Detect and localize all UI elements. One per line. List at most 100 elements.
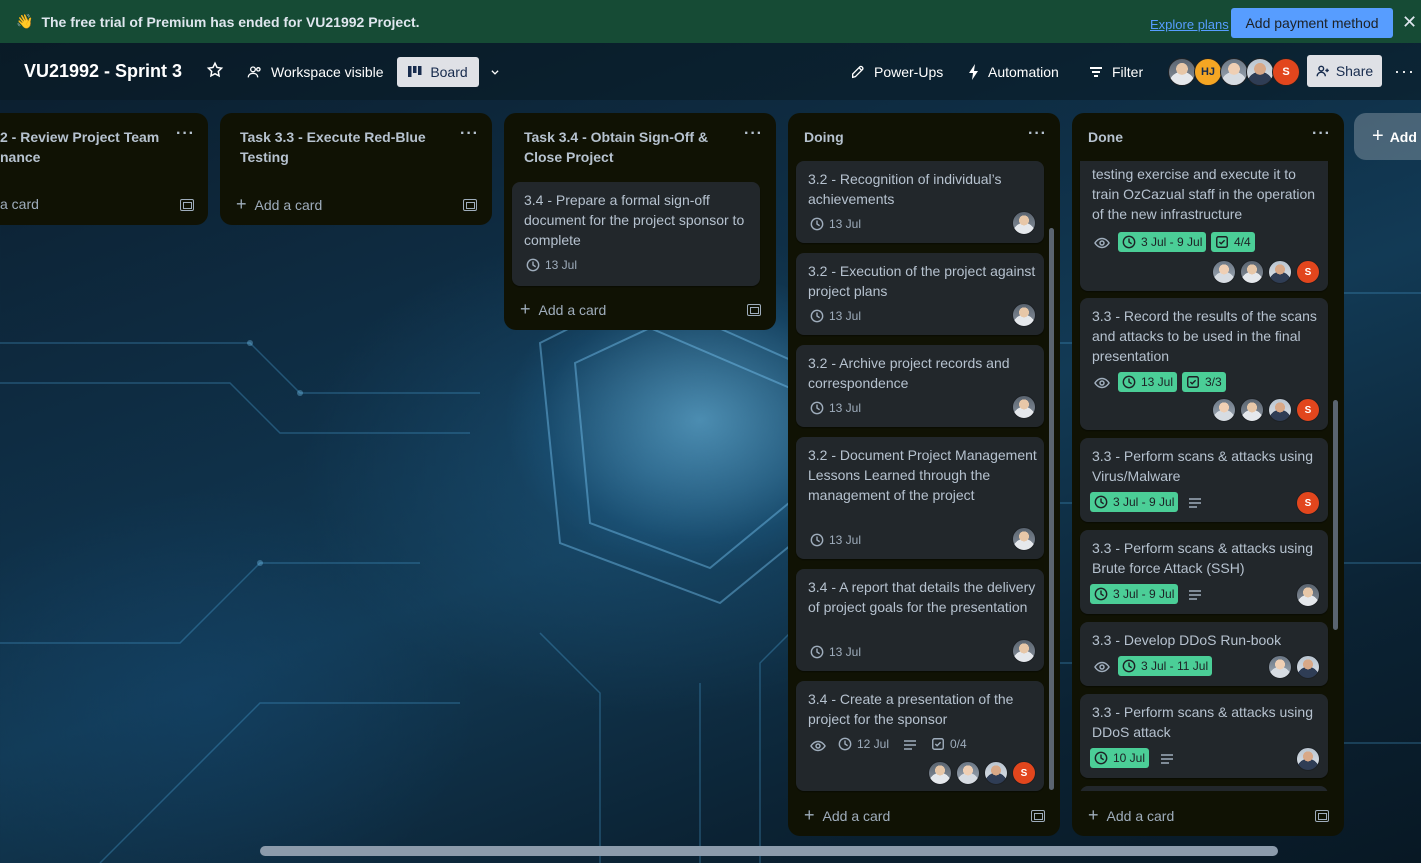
card[interactable]: testing exercise and execute it to train… (1080, 161, 1328, 291)
member-avatar[interactable] (1296, 655, 1320, 679)
card-template-icon[interactable] (463, 199, 477, 211)
due-date-badge: 13 Jul (526, 258, 577, 272)
member-avatar[interactable] (1240, 260, 1264, 284)
member-avatar-s[interactable]: S (1012, 761, 1036, 785)
board-view-button[interactable]: Board (397, 57, 479, 87)
member-avatar[interactable] (928, 761, 952, 785)
card-template-icon[interactable] (180, 199, 194, 211)
member-avatar[interactable] (984, 761, 1008, 785)
list-scrollbar[interactable] (1333, 400, 1338, 630)
board-members: HJ S (1168, 58, 1300, 86)
member-avatar[interactable] (1268, 655, 1292, 679)
member-avatar[interactable] (1240, 398, 1264, 422)
filter-button[interactable]: Filter (1088, 57, 1143, 87)
member-avatar[interactable] (1212, 398, 1236, 422)
list-menu-icon[interactable]: ··· (1312, 125, 1331, 143)
workspace-visibility-button[interactable]: Workspace visible (247, 57, 384, 87)
member-avatar[interactable] (1012, 303, 1036, 327)
list-scrollbar[interactable] (1049, 228, 1054, 790)
due-date-complete-badge[interactable]: 13 Jul (1118, 372, 1178, 392)
add-payment-method-button[interactable]: Add payment method (1231, 8, 1393, 38)
clock-icon (810, 401, 824, 415)
views-dropdown-button[interactable] (490, 57, 508, 87)
member-avatar[interactable] (1212, 260, 1236, 284)
list-title[interactable]: 2 - Review Project Team nance (0, 127, 200, 167)
share-button[interactable]: Share (1307, 55, 1382, 87)
card[interactable]: 3.4 - A report that details the delivery… (796, 569, 1044, 671)
due-date-complete-badge[interactable]: 3 Jul - 9 Jul (1118, 232, 1207, 252)
member-avatar-s[interactable]: S (1296, 398, 1320, 422)
member-avatar[interactable] (956, 761, 980, 785)
card-template-icon[interactable] (1315, 810, 1329, 822)
list-title[interactable]: Task 3.4 - Obtain Sign-Off & Close Proje… (524, 127, 724, 167)
card[interactable]: 3.2 - Archive project records and corres… (796, 345, 1044, 427)
close-icon[interactable]: ✕ (1402, 12, 1417, 33)
member-avatar[interactable] (1012, 527, 1036, 551)
card-template-icon[interactable] (1031, 810, 1045, 822)
card[interactable]: 3.3 - Develop DDoS Run-book 3 Jul - 11 J… (1080, 622, 1328, 686)
card-template-icon[interactable] (747, 304, 761, 316)
member-avatar-s[interactable]: S (1296, 260, 1320, 284)
card[interactable]: 3.4 - Create a presentation of the proje… (796, 681, 1044, 791)
member-avatar[interactable] (1246, 58, 1274, 86)
add-card-button[interactable]: + Add a card (520, 299, 606, 320)
people-icon (247, 66, 261, 78)
member-avatar[interactable] (1220, 58, 1248, 86)
checklist-icon (1216, 236, 1228, 248)
card[interactable]: 3.2 - Recognition of individual’s achiev… (796, 161, 1044, 243)
card[interactable]: 3.2 - Document Project Management Lesson… (796, 437, 1044, 559)
list-menu-icon[interactable]: ··· (176, 125, 195, 143)
clock-icon (1122, 659, 1136, 673)
description-icon (904, 740, 916, 750)
star-icon[interactable] (206, 61, 224, 79)
add-list-button[interactable]: + Add (1354, 113, 1421, 160)
add-card-button[interactable]: + Add a card (1088, 805, 1174, 826)
clock-icon (810, 217, 824, 231)
member-avatar[interactable] (1296, 583, 1320, 607)
list-title[interactable]: Doing (804, 127, 1004, 147)
card[interactable]: 3.3 - Perform scans & attacks using Brut… (1080, 530, 1328, 614)
member-avatar-s[interactable]: S (1296, 491, 1320, 515)
member-avatar-hj[interactable]: HJ (1194, 58, 1222, 86)
list-menu-icon[interactable]: ··· (744, 125, 763, 143)
clock-icon (1122, 375, 1136, 389)
board-menu-icon[interactable]: ··· (1394, 61, 1415, 82)
card[interactable]: 3.3 - Record the results of the scans an… (1080, 298, 1328, 430)
power-ups-button[interactable]: Power-Ups (850, 57, 943, 87)
member-avatar[interactable] (1268, 398, 1292, 422)
due-date-complete-badge[interactable]: 3 Jul - 9 Jul (1090, 492, 1179, 512)
description-icon (1189, 590, 1201, 600)
explore-plans-link[interactable]: Explore plans (1150, 17, 1229, 32)
member-avatar[interactable] (1168, 58, 1196, 86)
card[interactable]: 3.3 - Perform scans & attacks using Viru… (1080, 438, 1328, 522)
board-horizontal-scrollbar[interactable] (260, 846, 1278, 856)
member-avatar[interactable] (1012, 211, 1036, 235)
member-avatar[interactable] (1268, 260, 1292, 284)
due-date-complete-badge[interactable]: 3 Jul - 11 Jul (1118, 656, 1213, 676)
member-avatar[interactable] (1012, 395, 1036, 419)
add-card-button[interactable]: a card (0, 196, 39, 212)
automation-button[interactable]: Automation (968, 57, 1059, 87)
add-card-button[interactable]: + Add a card (804, 805, 890, 826)
card[interactable]: 3.2 - Execution of the project against p… (796, 253, 1044, 335)
due-date-complete-badge[interactable]: 3 Jul - 9 Jul (1090, 584, 1179, 604)
list-menu-icon[interactable]: ··· (1028, 125, 1047, 143)
card[interactable] (1080, 786, 1328, 791)
due-date-complete-badge[interactable]: 10 Jul (1090, 748, 1150, 768)
watching-eye-icon (1094, 237, 1110, 249)
list-menu-icon[interactable]: ··· (460, 125, 479, 143)
list-title[interactable]: Done (1088, 127, 1288, 147)
add-card-button[interactable]: + Add a card (236, 194, 322, 215)
list-title[interactable]: Task 3.3 - Execute Red-Blue Testing (240, 127, 440, 167)
checklist-icon (1187, 376, 1199, 388)
due-date-badge: 13 Jul (810, 401, 861, 415)
card[interactable]: 3.4 - Prepare a formal sign-off document… (512, 182, 760, 286)
member-avatar[interactable] (1012, 639, 1036, 663)
member-avatar-s[interactable]: S (1272, 58, 1300, 86)
board-title[interactable]: VU21992 - Sprint 3 (24, 61, 182, 82)
automation-label: Automation (988, 64, 1059, 80)
rocket-icon (852, 65, 864, 79)
member-avatar[interactable] (1296, 747, 1320, 771)
clock-icon (1094, 587, 1108, 601)
card[interactable]: 3.3 - Perform scans & attacks using DDoS… (1080, 694, 1328, 778)
